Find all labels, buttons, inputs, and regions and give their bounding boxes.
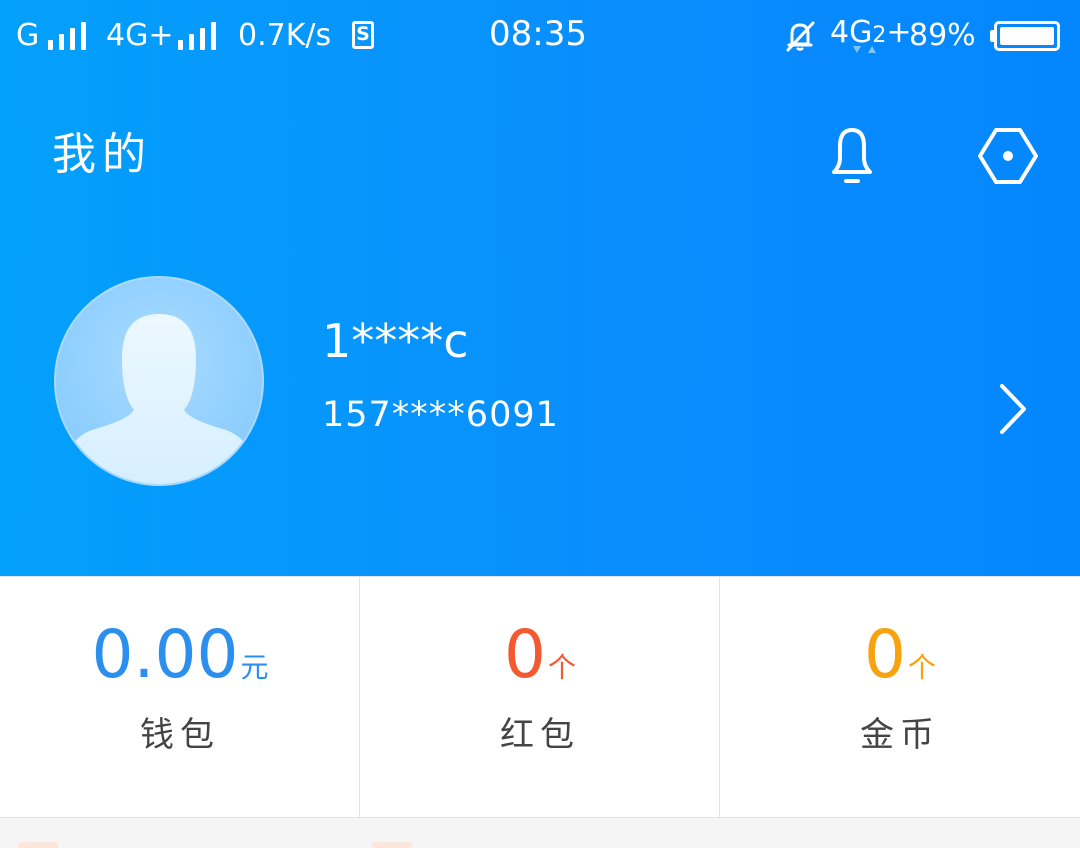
battery-percentage: 89% bbox=[909, 18, 976, 53]
coins-label: 金币 bbox=[860, 715, 940, 755]
data-activity-icon bbox=[853, 46, 876, 53]
page-title: 我的 bbox=[52, 129, 152, 180]
carrier-1-label: G bbox=[16, 18, 40, 53]
mute-bell-icon bbox=[786, 21, 815, 52]
phone-number: 157****6091 bbox=[322, 395, 559, 435]
avatar[interactable] bbox=[54, 276, 264, 486]
battery-icon bbox=[990, 21, 1060, 51]
wallet-balance: 0.00 bbox=[91, 616, 239, 693]
coins-unit: 个 bbox=[907, 651, 936, 684]
clock: 08:35 bbox=[489, 14, 587, 54]
wallet-unit: 元 bbox=[240, 651, 269, 684]
default-avatar-icon bbox=[56, 314, 262, 484]
network-speed: 0.7K/s bbox=[238, 18, 332, 53]
signal-strength-1-icon bbox=[48, 22, 92, 50]
profile-detail-button[interactable] bbox=[990, 380, 1036, 438]
wallet-label: 钱包 bbox=[140, 715, 220, 755]
carrier-2-label: 4G+ bbox=[106, 18, 174, 53]
profile-header: G 4G+ 0.7K/s S 08:35 4G2+ 89% 我的 1****c … bbox=[0, 0, 1080, 576]
red-packet-unit: 个 bbox=[547, 651, 576, 684]
notifications-button[interactable] bbox=[820, 122, 884, 190]
status-bar: G 4G+ 0.7K/s S 08:35 4G2+ 89% bbox=[0, 0, 1080, 72]
settings-gear-icon bbox=[978, 128, 1038, 184]
username: 1****c bbox=[322, 314, 469, 368]
red-packet-item[interactable]: 0个 红包 bbox=[359, 577, 720, 817]
signal-strength-2-icon bbox=[178, 22, 222, 50]
sim-notification-icon: S bbox=[352, 21, 374, 49]
bell-icon bbox=[832, 128, 872, 183]
chevron-right-icon bbox=[1000, 384, 1026, 434]
wallet-item[interactable]: 0.00元 钱包 bbox=[0, 577, 360, 817]
next-section-edge bbox=[0, 818, 1080, 848]
coins-item[interactable]: 0个 金币 bbox=[719, 577, 1080, 817]
red-packet-count: 0 bbox=[503, 616, 546, 693]
coins-count: 0 bbox=[863, 616, 906, 693]
settings-button[interactable] bbox=[974, 124, 1042, 188]
red-packet-label: 红包 bbox=[500, 715, 580, 755]
asset-summary: 0.00元 钱包 0个 红包 0个 金币 bbox=[0, 576, 1080, 818]
